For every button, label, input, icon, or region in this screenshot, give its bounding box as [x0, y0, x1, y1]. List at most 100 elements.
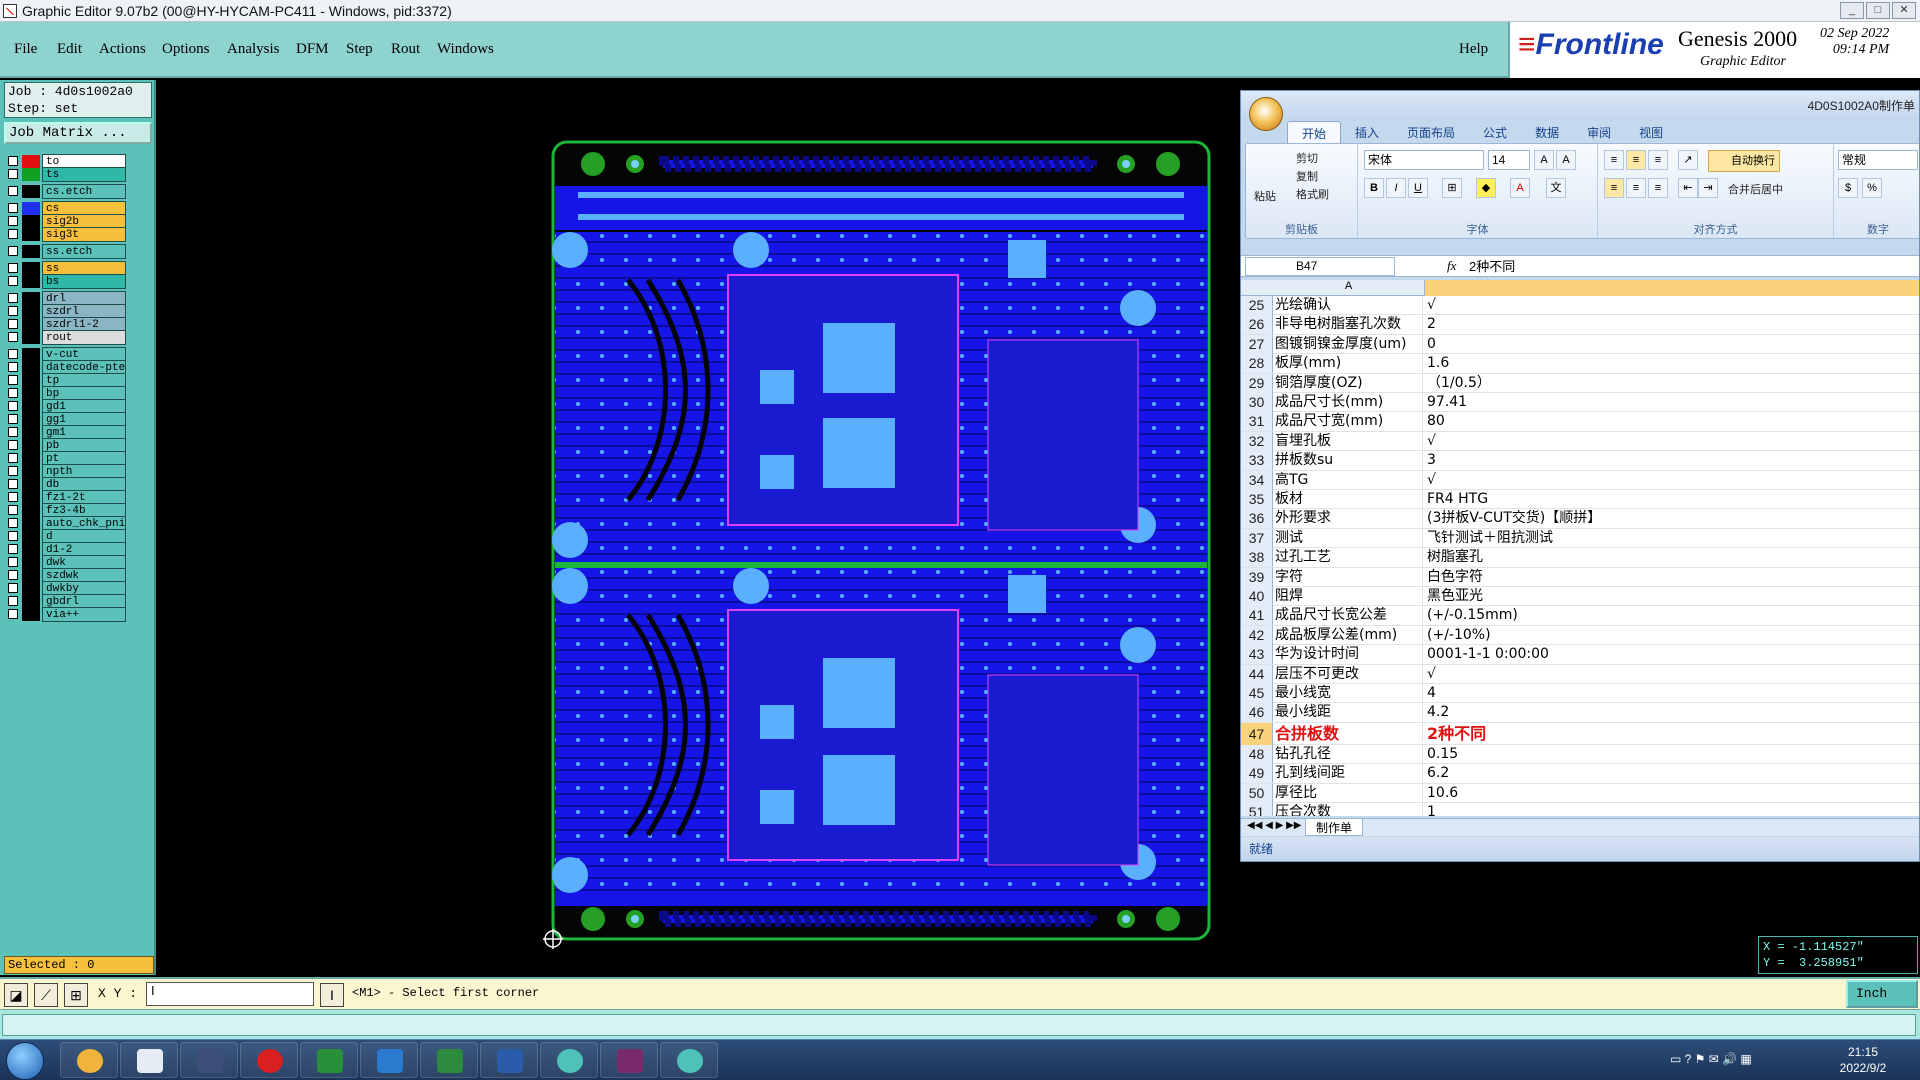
ribbon-tab[interactable]: 审阅	[1573, 121, 1625, 143]
menu-file[interactable]: File	[14, 41, 37, 58]
layer-color-swatch[interactable]	[22, 185, 40, 198]
sheet-row[interactable]: 43 华为设计时间 0001-1-1 0:00:00	[1241, 645, 1919, 665]
cell-b[interactable]: 1.6	[1427, 354, 1917, 373]
message-field[interactable]	[2, 1014, 1916, 1036]
layer-name[interactable]: cs.etch	[42, 184, 126, 199]
row-number[interactable]: 50	[1241, 783, 1273, 803]
layer-row[interactable]: rout	[4, 330, 126, 345]
layer-name[interactable]: bs	[42, 274, 126, 289]
cell-a[interactable]: 阻焊	[1275, 587, 1423, 606]
cell-b[interactable]: 2	[1427, 315, 1917, 334]
excel-window[interactable]: 4D0S1002A0制作单 开始 插入 页面布局 公式 数据 审阅 视图 粘贴 剪切 复制 …	[1240, 90, 1920, 862]
cell-a[interactable]: 高TG	[1275, 470, 1423, 490]
taskbar-eye-app-2-icon[interactable]	[660, 1042, 718, 1078]
number-format-select[interactable]: 常规	[1838, 150, 1918, 170]
column-header-a[interactable]: A	[1273, 280, 1425, 296]
layer-checkbox[interactable]	[8, 453, 18, 463]
taskbar-app-red-icon[interactable]	[240, 1042, 298, 1078]
layer-color-swatch[interactable]	[22, 608, 40, 621]
align-middle-button[interactable]: ≡	[1626, 150, 1646, 170]
cell-a[interactable]: 合拼板数	[1275, 722, 1423, 742]
sheet-row[interactable]: 40 阻焊 黑色亚光	[1241, 587, 1919, 607]
cell-b[interactable]: 0	[1427, 335, 1917, 354]
merge-center-button[interactable]: 合并后居中	[1728, 181, 1783, 197]
cell-b[interactable]: 黑色亚光	[1427, 587, 1917, 606]
sheet-row[interactable]: 45 最小线宽 4	[1241, 684, 1919, 704]
layer-row[interactable]: cs.etch	[4, 184, 126, 199]
menu-rout[interactable]: Rout	[391, 41, 420, 58]
cell-b[interactable]: 0.15	[1427, 745, 1917, 764]
row-number[interactable]: 25	[1241, 296, 1273, 315]
sheet-row[interactable]: 28 板厚(mm) 1.6	[1241, 354, 1919, 374]
cell-b[interactable]: 80	[1427, 412, 1917, 431]
row-number[interactable]: 44	[1241, 664, 1273, 684]
system-tray-icons[interactable]: ▭ ? ⚑ ✉ 🔊 ▦	[1670, 1052, 1752, 1066]
xy-input[interactable]: I	[146, 982, 314, 1006]
layer-checkbox[interactable]	[8, 306, 18, 316]
cell-b[interactable]: （1/0.5）	[1427, 374, 1917, 393]
phonetic-button[interactable]: 文	[1546, 178, 1566, 198]
cell-a[interactable]: 光绘确认	[1275, 296, 1423, 315]
font-size-select[interactable]: 14	[1488, 150, 1530, 170]
row-number[interactable]: 37	[1241, 528, 1273, 548]
layer-name[interactable]: ss.etch	[42, 244, 126, 259]
cell-b[interactable]: 4	[1427, 684, 1917, 703]
sheet-row[interactable]: 46 最小线距 4.2	[1241, 703, 1919, 723]
sheet-row[interactable]: 48 钻孔孔径 0.15	[1241, 744, 1919, 765]
cell-b[interactable]: 0001-1-1 0:00:00	[1427, 645, 1917, 664]
layer-name[interactable]: ts	[42, 167, 126, 182]
row-number[interactable]: 31	[1241, 412, 1273, 432]
row-number[interactable]: 29	[1241, 373, 1273, 393]
layer-name[interactable]: rout	[42, 330, 126, 345]
cell-a[interactable]: 厚径比	[1275, 783, 1423, 803]
sheet-row[interactable]: 26 非导电树脂塞孔次数 2	[1241, 315, 1919, 335]
row-number[interactable]: 41	[1241, 606, 1273, 626]
grow-font-button[interactable]: A	[1534, 150, 1554, 170]
layer-color-swatch[interactable]	[22, 168, 40, 181]
layer-checkbox[interactable]	[8, 276, 18, 286]
sheet-row[interactable]: 51 压合次数 1	[1241, 803, 1919, 816]
row-number[interactable]: 47	[1241, 722, 1273, 745]
layer-checkbox[interactable]	[8, 518, 18, 528]
align-top-button[interactable]: ≡	[1604, 150, 1624, 170]
layer-row[interactable]: sig3t	[4, 227, 126, 242]
layer-checkbox[interactable]	[8, 557, 18, 567]
cell-b[interactable]: FR4 HTG	[1427, 490, 1917, 509]
cell-a[interactable]: 华为设计时间	[1275, 645, 1423, 665]
layer-checkbox[interactable]	[8, 544, 18, 554]
layer-checkbox[interactable]	[8, 492, 18, 502]
formula-input[interactable]: 2种不同	[1469, 257, 1515, 276]
row-number[interactable]: 32	[1241, 431, 1273, 451]
currency-button[interactable]: $	[1838, 178, 1858, 198]
layer-checkbox[interactable]	[8, 596, 18, 606]
cell-b[interactable]: √	[1427, 432, 1917, 451]
cell-b[interactable]: 2种不同	[1427, 723, 1917, 742]
grid-icon[interactable]: ⊞	[64, 983, 88, 1007]
wrap-text-button[interactable]: 自动换行	[1708, 150, 1780, 172]
layer-checkbox[interactable]	[8, 216, 18, 226]
cell-b[interactable]: 97.41	[1427, 393, 1917, 412]
cell-a[interactable]: 层压不可更改	[1275, 664, 1423, 684]
italic-button[interactable]: I	[1386, 178, 1406, 198]
sheet-row[interactable]: 34 高TG √	[1241, 470, 1919, 490]
percent-button[interactable]: %	[1862, 178, 1882, 198]
layer-checkbox[interactable]	[8, 246, 18, 256]
cell-a[interactable]: 外形要求	[1275, 509, 1423, 529]
sheet-row[interactable]: 36 外形要求 (3拼板V-CUT交货)【顺拼】	[1241, 509, 1919, 529]
align-center-button[interactable]: ≡	[1626, 178, 1646, 198]
menu-edit[interactable]: Edit	[57, 41, 82, 58]
layer-color-swatch[interactable]	[22, 275, 40, 288]
cell-a[interactable]: 盲埋孔板	[1275, 431, 1423, 451]
font-name-select[interactable]: 宋体	[1364, 150, 1484, 170]
cell-a[interactable]: 成品尺寸长(mm)	[1275, 393, 1423, 412]
layer-color-swatch[interactable]	[22, 228, 40, 241]
layer-checkbox[interactable]	[8, 531, 18, 541]
ribbon-tab[interactable]: 视图	[1625, 121, 1677, 143]
layer-checkbox[interactable]	[8, 319, 18, 329]
menu-windows[interactable]: Windows	[437, 41, 494, 58]
layer-checkbox[interactable]	[8, 414, 18, 424]
layer-checkbox[interactable]	[8, 479, 18, 489]
close-button[interactable]: ✕	[1892, 2, 1916, 19]
sheet-row[interactable]: 27 图镀铜镍金厚度(um) 0	[1241, 334, 1919, 355]
layer-checkbox[interactable]	[8, 570, 18, 580]
